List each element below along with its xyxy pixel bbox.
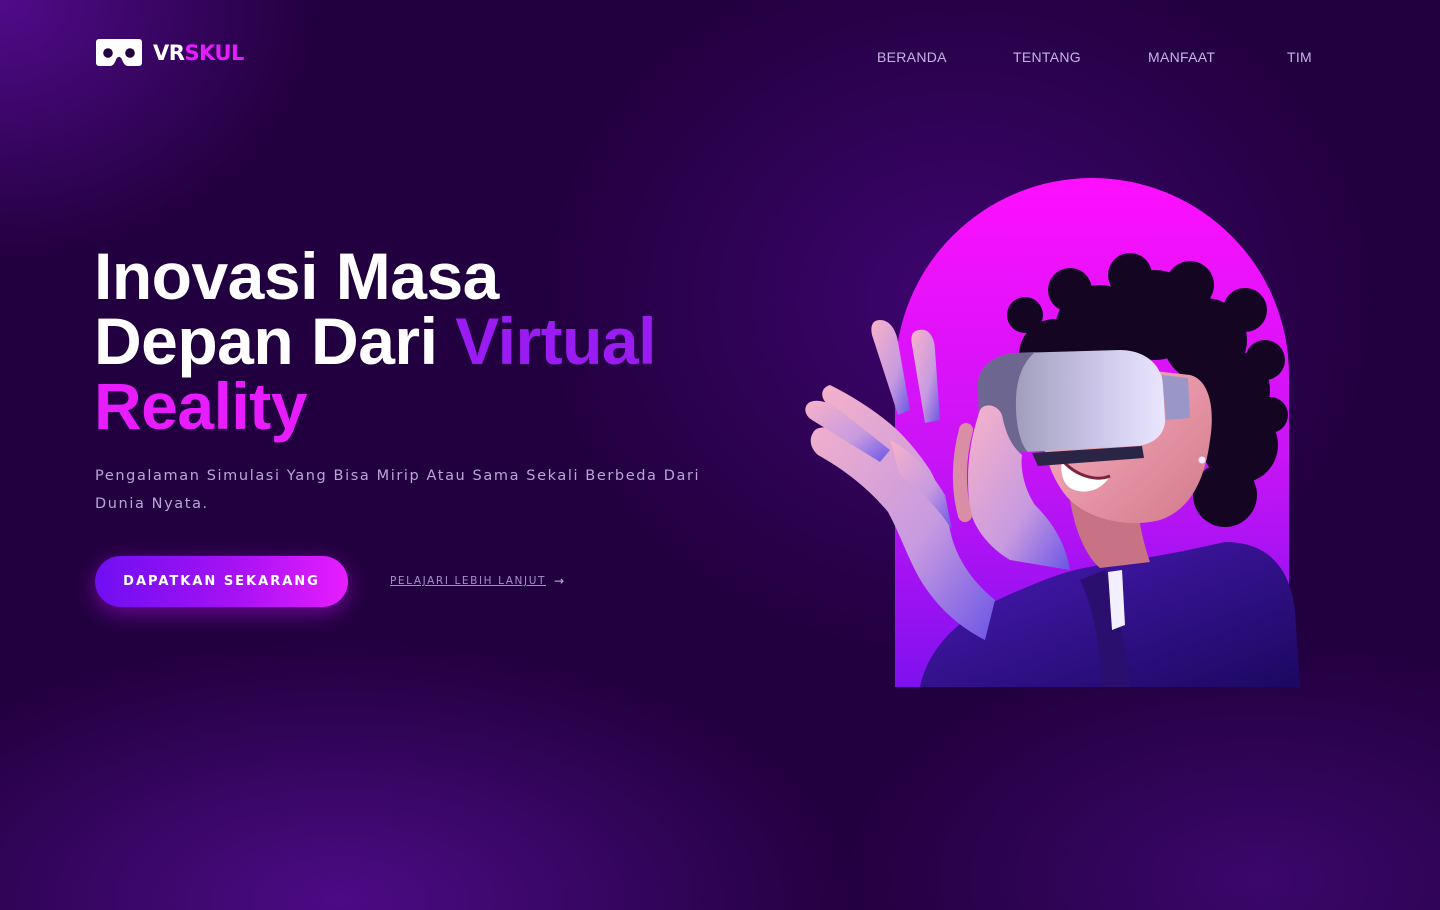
hero-subtitle: Pengalaman Simulasi Yang Bisa Mirip Atau… <box>95 468 701 512</box>
hero-title-reality: Reality <box>94 369 307 443</box>
main-nav: BERANDA TENTANG MANFAAT TIM <box>0 49 1440 69</box>
hero-title: Inovasi Masa Depan Dari Virtual Reality <box>94 239 656 443</box>
nav-item-tentang[interactable]: TENTANG <box>1013 49 1081 65</box>
nav-item-beranda[interactable]: BERANDA <box>877 49 947 65</box>
arrow-right-icon: → <box>554 574 565 588</box>
nav-item-tim[interactable]: TIM <box>1287 49 1312 65</box>
nav-item-manfaat[interactable]: MANFAAT <box>1148 49 1215 65</box>
hero-title-line-2: Depan Dari Virtual <box>94 308 656 374</box>
learn-more-label: PELAJARI LEBIH LANJUT <box>390 575 547 587</box>
get-now-button[interactable]: DAPATKAN SEKARANG <box>95 556 348 607</box>
vr-person-illustration <box>805 178 1300 687</box>
learn-more-link[interactable]: PELAJARI LEBIH LANJUT → <box>390 574 564 588</box>
hero-title-virtual: Virtual <box>455 304 656 378</box>
hero-title-depan-dari: Depan Dari <box>94 304 456 378</box>
hero-title-line-1: Inovasi Masa <box>94 239 499 313</box>
